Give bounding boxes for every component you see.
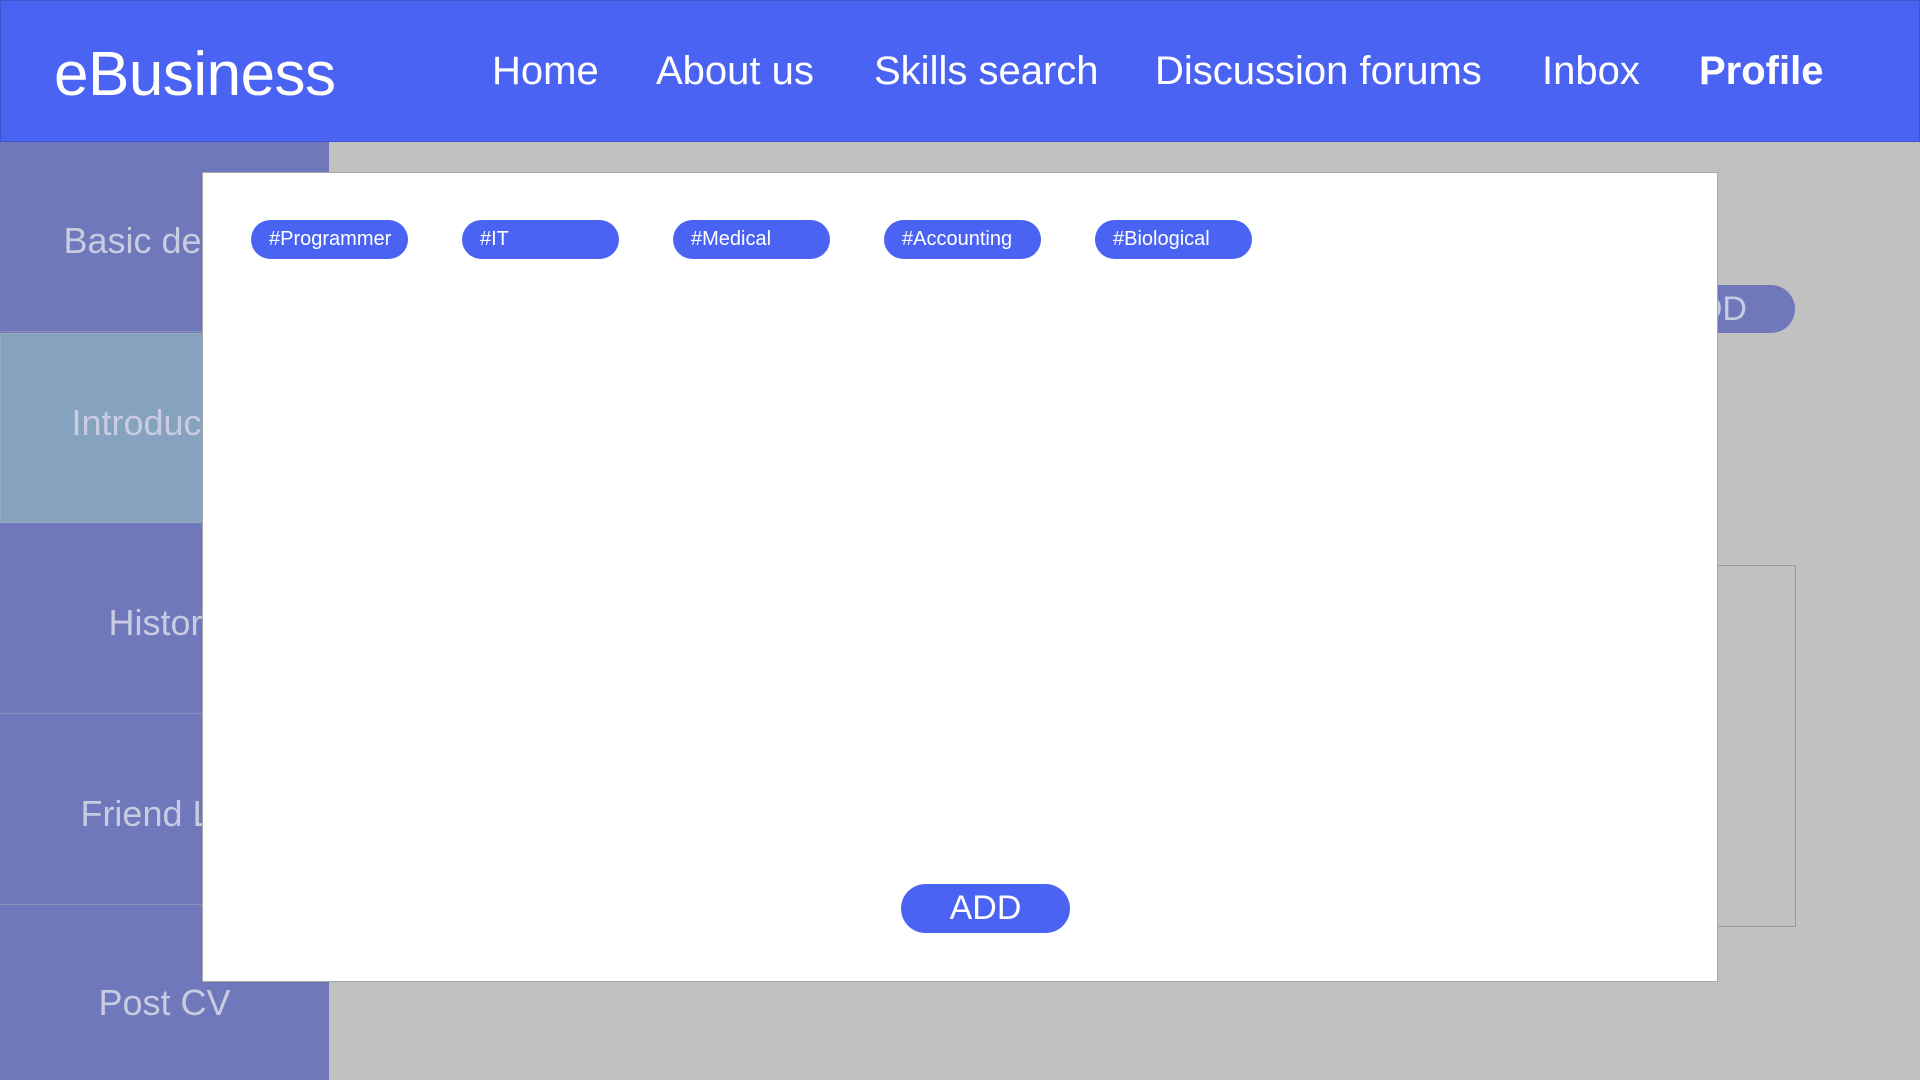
main-nav: Home About us Skills search Discussion f… [1, 49, 1920, 99]
nav-discussion-forums[interactable]: Discussion forums [1155, 49, 1482, 94]
sidebar-item-label: Post CV [98, 982, 231, 1023]
tag-picker-modal: #Programmer #IT #Medical #Accounting #Bi… [202, 172, 1718, 982]
nav-skills-search[interactable]: Skills search [874, 49, 1099, 94]
tag-biological[interactable]: #Biological [1095, 220, 1252, 259]
add-button[interactable]: ADD [901, 884, 1070, 933]
tag-accounting[interactable]: #Accounting [884, 220, 1041, 259]
nav-about-us[interactable]: About us [656, 49, 814, 94]
tag-it[interactable]: #IT [462, 220, 619, 259]
nav-inbox[interactable]: Inbox [1542, 49, 1640, 94]
top-header: eBusiness Home About us Skills search Di… [0, 0, 1920, 142]
tag-medical[interactable]: #Medical [673, 220, 830, 259]
nav-profile[interactable]: Profile [1699, 49, 1823, 94]
nav-home[interactable]: Home [492, 49, 599, 94]
tag-programmer[interactable]: #Programmer [251, 220, 408, 259]
